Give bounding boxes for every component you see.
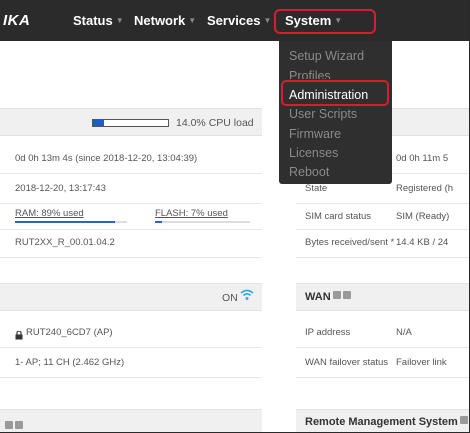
- menu-item-firmware[interactable]: Firmware: [289, 127, 341, 141]
- info-icon[interactable]: [459, 416, 468, 424]
- bottom-left-panel-header: [0, 409, 262, 432]
- system-menu-highlight: [274, 9, 376, 34]
- wan-failover-value: Failover link: [396, 357, 447, 368]
- row-divider: [296, 257, 469, 258]
- row-divider: [0, 229, 262, 230]
- bytes-value: 14.4 KB / 24: [396, 237, 449, 248]
- nav-status[interactable]: Status ▼: [73, 13, 124, 28]
- mobile-state-value: Registered (h: [396, 183, 454, 194]
- rms-title-text: Remote Management System: [305, 416, 458, 428]
- rms-title: Remote Management System: [305, 416, 468, 428]
- row-divider: [296, 229, 469, 230]
- menu-item-profiles[interactable]: Profiles: [289, 69, 331, 79]
- panel-icons: [3, 417, 23, 432]
- wireless-ssid: RUT240_6CD7 (AP): [26, 327, 113, 338]
- uptime-value: 0d 0h 13m 4s (since 2018-12-20, 13:04:39…: [15, 153, 198, 164]
- row-divider: [0, 257, 262, 258]
- nav-services-label: Services: [207, 13, 261, 28]
- wifi-icon: [240, 288, 254, 306]
- nav-network-label: Network: [134, 13, 186, 28]
- settings-icon[interactable]: [15, 421, 23, 429]
- chevron-down-icon: ▼: [188, 16, 197, 25]
- row-divider: [0, 173, 262, 174]
- lock-icon: [15, 327, 23, 345]
- wan-title-text: WAN: [305, 291, 331, 303]
- info-icon[interactable]: [5, 421, 13, 429]
- sim-status-label: SIM card status: [305, 211, 371, 222]
- row-divider: [296, 377, 469, 378]
- row-divider: [296, 203, 469, 204]
- nav-services[interactable]: Services ▼: [207, 13, 271, 28]
- cpu-load-bar-fill: [93, 120, 104, 126]
- ram-usage-bar: [15, 221, 127, 223]
- menu-item-user-scripts[interactable]: User Scripts: [289, 107, 357, 121]
- wan-failover-label: WAN failover status: [305, 357, 389, 368]
- row-divider: [0, 203, 262, 204]
- system-dropdown-menu: Setup Wizard Profiles Administration Use…: [279, 41, 392, 184]
- chevron-down-icon: ▼: [263, 16, 272, 25]
- menu-item-reboot[interactable]: Reboot: [289, 165, 329, 179]
- ip-address-label: IP address: [305, 327, 351, 338]
- flash-usage-bar: [155, 221, 250, 223]
- flash-usage-bar-fill: [155, 221, 162, 223]
- local-time-value: 2018-12-20, 13:17:43: [15, 183, 106, 194]
- wan-title: WAN: [305, 291, 351, 303]
- wireless-channel-info: 1- AP; 11 CH (2.462 GHz): [15, 357, 125, 368]
- firmware-version-value: RUT2XX_R_00.01.04.2: [15, 237, 115, 248]
- flash-usage-link[interactable]: FLASH: 7% used: [155, 208, 228, 219]
- sim-status-value: SIM (Ready): [396, 211, 450, 222]
- top-navigation-bar: IKA Status ▼ Network ▼ Services ▼ System ▼: [0, 1, 469, 41]
- row-divider: [0, 377, 262, 378]
- administration-highlight: [281, 80, 389, 106]
- ram-usage-link[interactable]: RAM: 89% used: [15, 208, 84, 219]
- wireless-status: ON: [222, 292, 238, 304]
- nav-status-label: Status: [73, 13, 113, 28]
- router-web-ui: IKA Status ▼ Network ▼ Services ▼ System ▼ 1…: [0, 0, 470, 433]
- info-icon[interactable]: [332, 291, 341, 299]
- ip-address-value: N/A: [396, 327, 412, 338]
- mobile-uptime-value: 0d 0h 11m 5: [396, 153, 449, 164]
- mobile-state-label: State: [305, 183, 328, 194]
- cpu-load-label: 14.0% CPU load: [176, 117, 254, 129]
- settings-icon[interactable]: [342, 291, 351, 299]
- cpu-load-bar: [92, 119, 169, 127]
- menu-item-setup-wizard[interactable]: Setup Wizard: [289, 49, 364, 63]
- nav-network[interactable]: Network ▼: [134, 13, 196, 28]
- ram-usage-bar-fill: [15, 221, 115, 223]
- row-divider: [0, 347, 262, 348]
- bytes-label: Bytes received/sent *: [305, 237, 395, 248]
- brand-logo: IKA: [3, 12, 31, 29]
- menu-item-licenses[interactable]: Licenses: [289, 146, 338, 160]
- chevron-down-icon: ▼: [115, 16, 124, 25]
- row-divider: [296, 347, 469, 348]
